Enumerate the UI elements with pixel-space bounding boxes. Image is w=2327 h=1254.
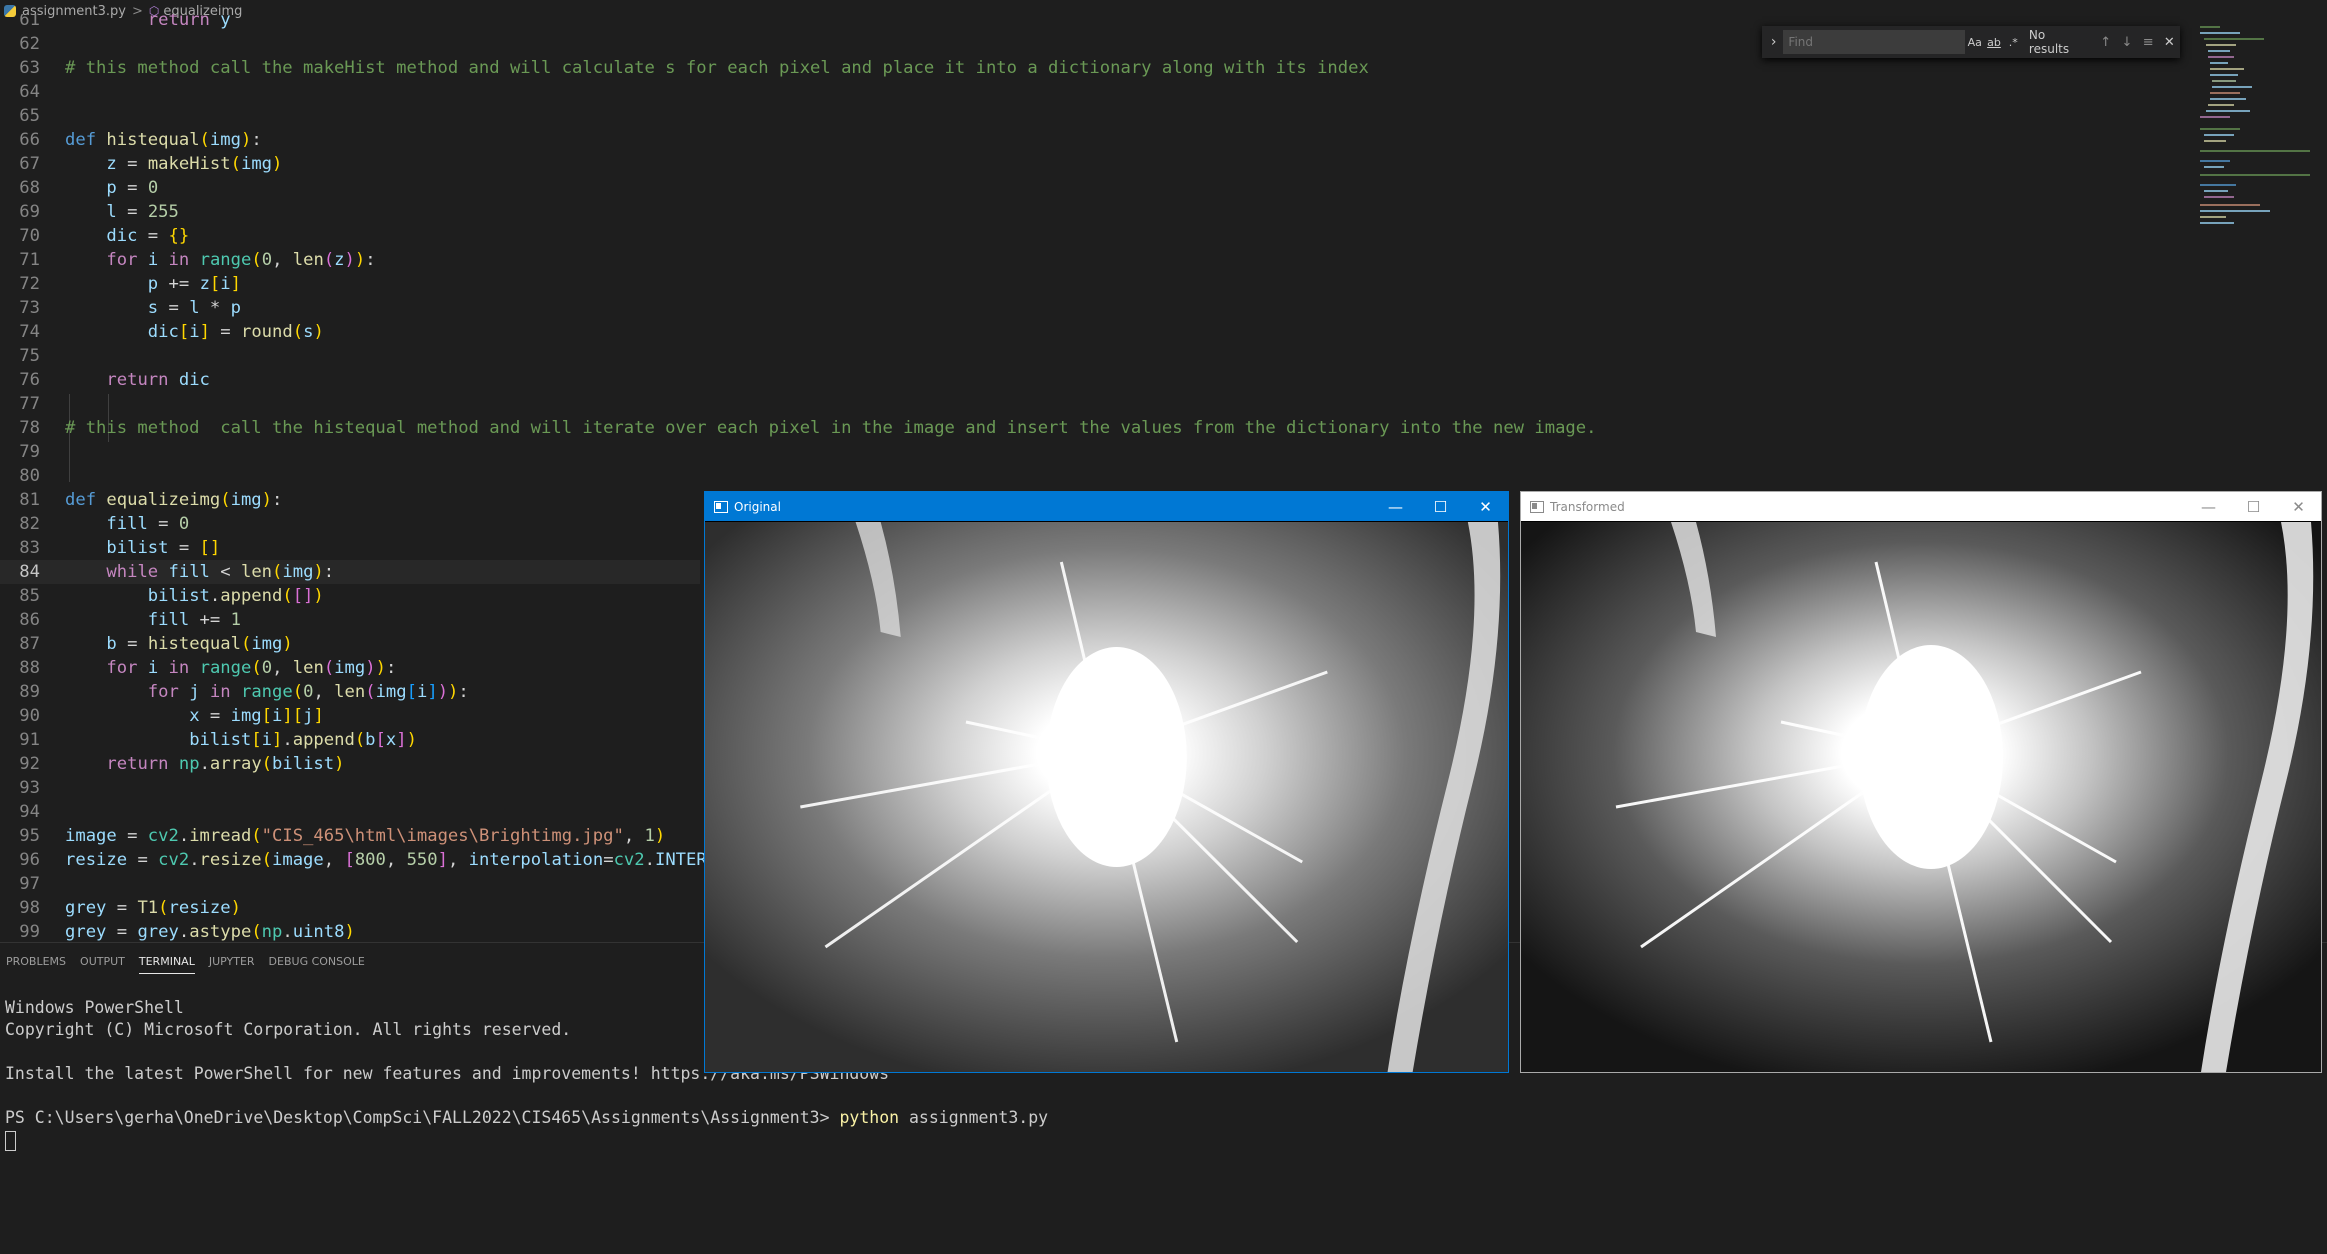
next-match-icon[interactable]: ↓ xyxy=(2116,35,2137,50)
window-app-icon xyxy=(1530,500,1544,513)
terminal-cursor xyxy=(5,1130,16,1151)
tab-output[interactable]: OUTPUT xyxy=(80,951,125,973)
terminal-line: Copyright (C) Microsoft Corporation. All… xyxy=(5,1020,572,1039)
minimize-icon[interactable]: — xyxy=(2186,498,2231,516)
find-in-selection-icon[interactable]: ≡ xyxy=(2138,35,2159,50)
match-case-button[interactable]: Aa xyxy=(1965,36,1984,49)
find-input[interactable] xyxy=(1783,30,1966,54)
minimize-icon[interactable]: — xyxy=(1373,498,1418,516)
window-app-icon xyxy=(714,500,728,513)
close-find-icon[interactable]: ✕ xyxy=(2159,35,2180,50)
find-results-count: No results xyxy=(2028,28,2070,56)
close-icon[interactable]: ✕ xyxy=(1463,498,1508,516)
minimap[interactable] xyxy=(2198,24,2318,234)
previous-match-icon[interactable]: ↑ xyxy=(2095,35,2116,50)
transformed-image xyxy=(1521,522,2321,1072)
find-widget: › Aa ab .* No results ↑ ↓ ≡ ✕ xyxy=(1762,26,2180,58)
original-image xyxy=(705,522,1508,1072)
terminal-args: assignment3.py xyxy=(899,1108,1049,1127)
tab-terminal[interactable]: TERMINAL xyxy=(138,951,195,974)
original-image-window[interactable]: Original — ☐ ✕ xyxy=(704,491,1509,1073)
toggle-replace-chevron-icon[interactable]: › xyxy=(1766,34,1781,50)
code-line-current: 84 while fill < len(img): xyxy=(0,560,700,584)
terminal-line: Windows PowerShell xyxy=(5,998,184,1017)
match-whole-word-button[interactable]: ab xyxy=(1984,36,2003,49)
window-title: Original xyxy=(734,499,781,514)
tab-problems[interactable]: PROBLEMS xyxy=(6,951,66,973)
window-titlebar[interactable]: Original — ☐ ✕ xyxy=(705,492,1508,521)
terminal-command: python xyxy=(839,1108,900,1127)
transformed-image-window[interactable]: Transformed — ☐ ✕ xyxy=(1520,491,2322,1073)
terminal-prompt: PS C:\Users\gerha\OneDrive\Desktop\CompS… xyxy=(5,1108,840,1127)
panel-tabs: PROBLEMS OUTPUT TERMINAL JUPYTER DEBUG C… xyxy=(0,951,373,974)
window-title: Transformed xyxy=(1550,499,1625,514)
maximize-icon[interactable]: ☐ xyxy=(1418,498,1463,516)
tab-jupyter[interactable]: JUPYTER xyxy=(209,951,255,973)
maximize-icon[interactable]: ☐ xyxy=(2231,498,2276,516)
tab-debug-console[interactable]: DEBUG CONSOLE xyxy=(269,951,365,973)
use-regex-button[interactable]: .* xyxy=(2004,36,2023,49)
window-titlebar[interactable]: Transformed — ☐ ✕ xyxy=(1521,492,2321,521)
close-icon[interactable]: ✕ xyxy=(2276,498,2321,516)
